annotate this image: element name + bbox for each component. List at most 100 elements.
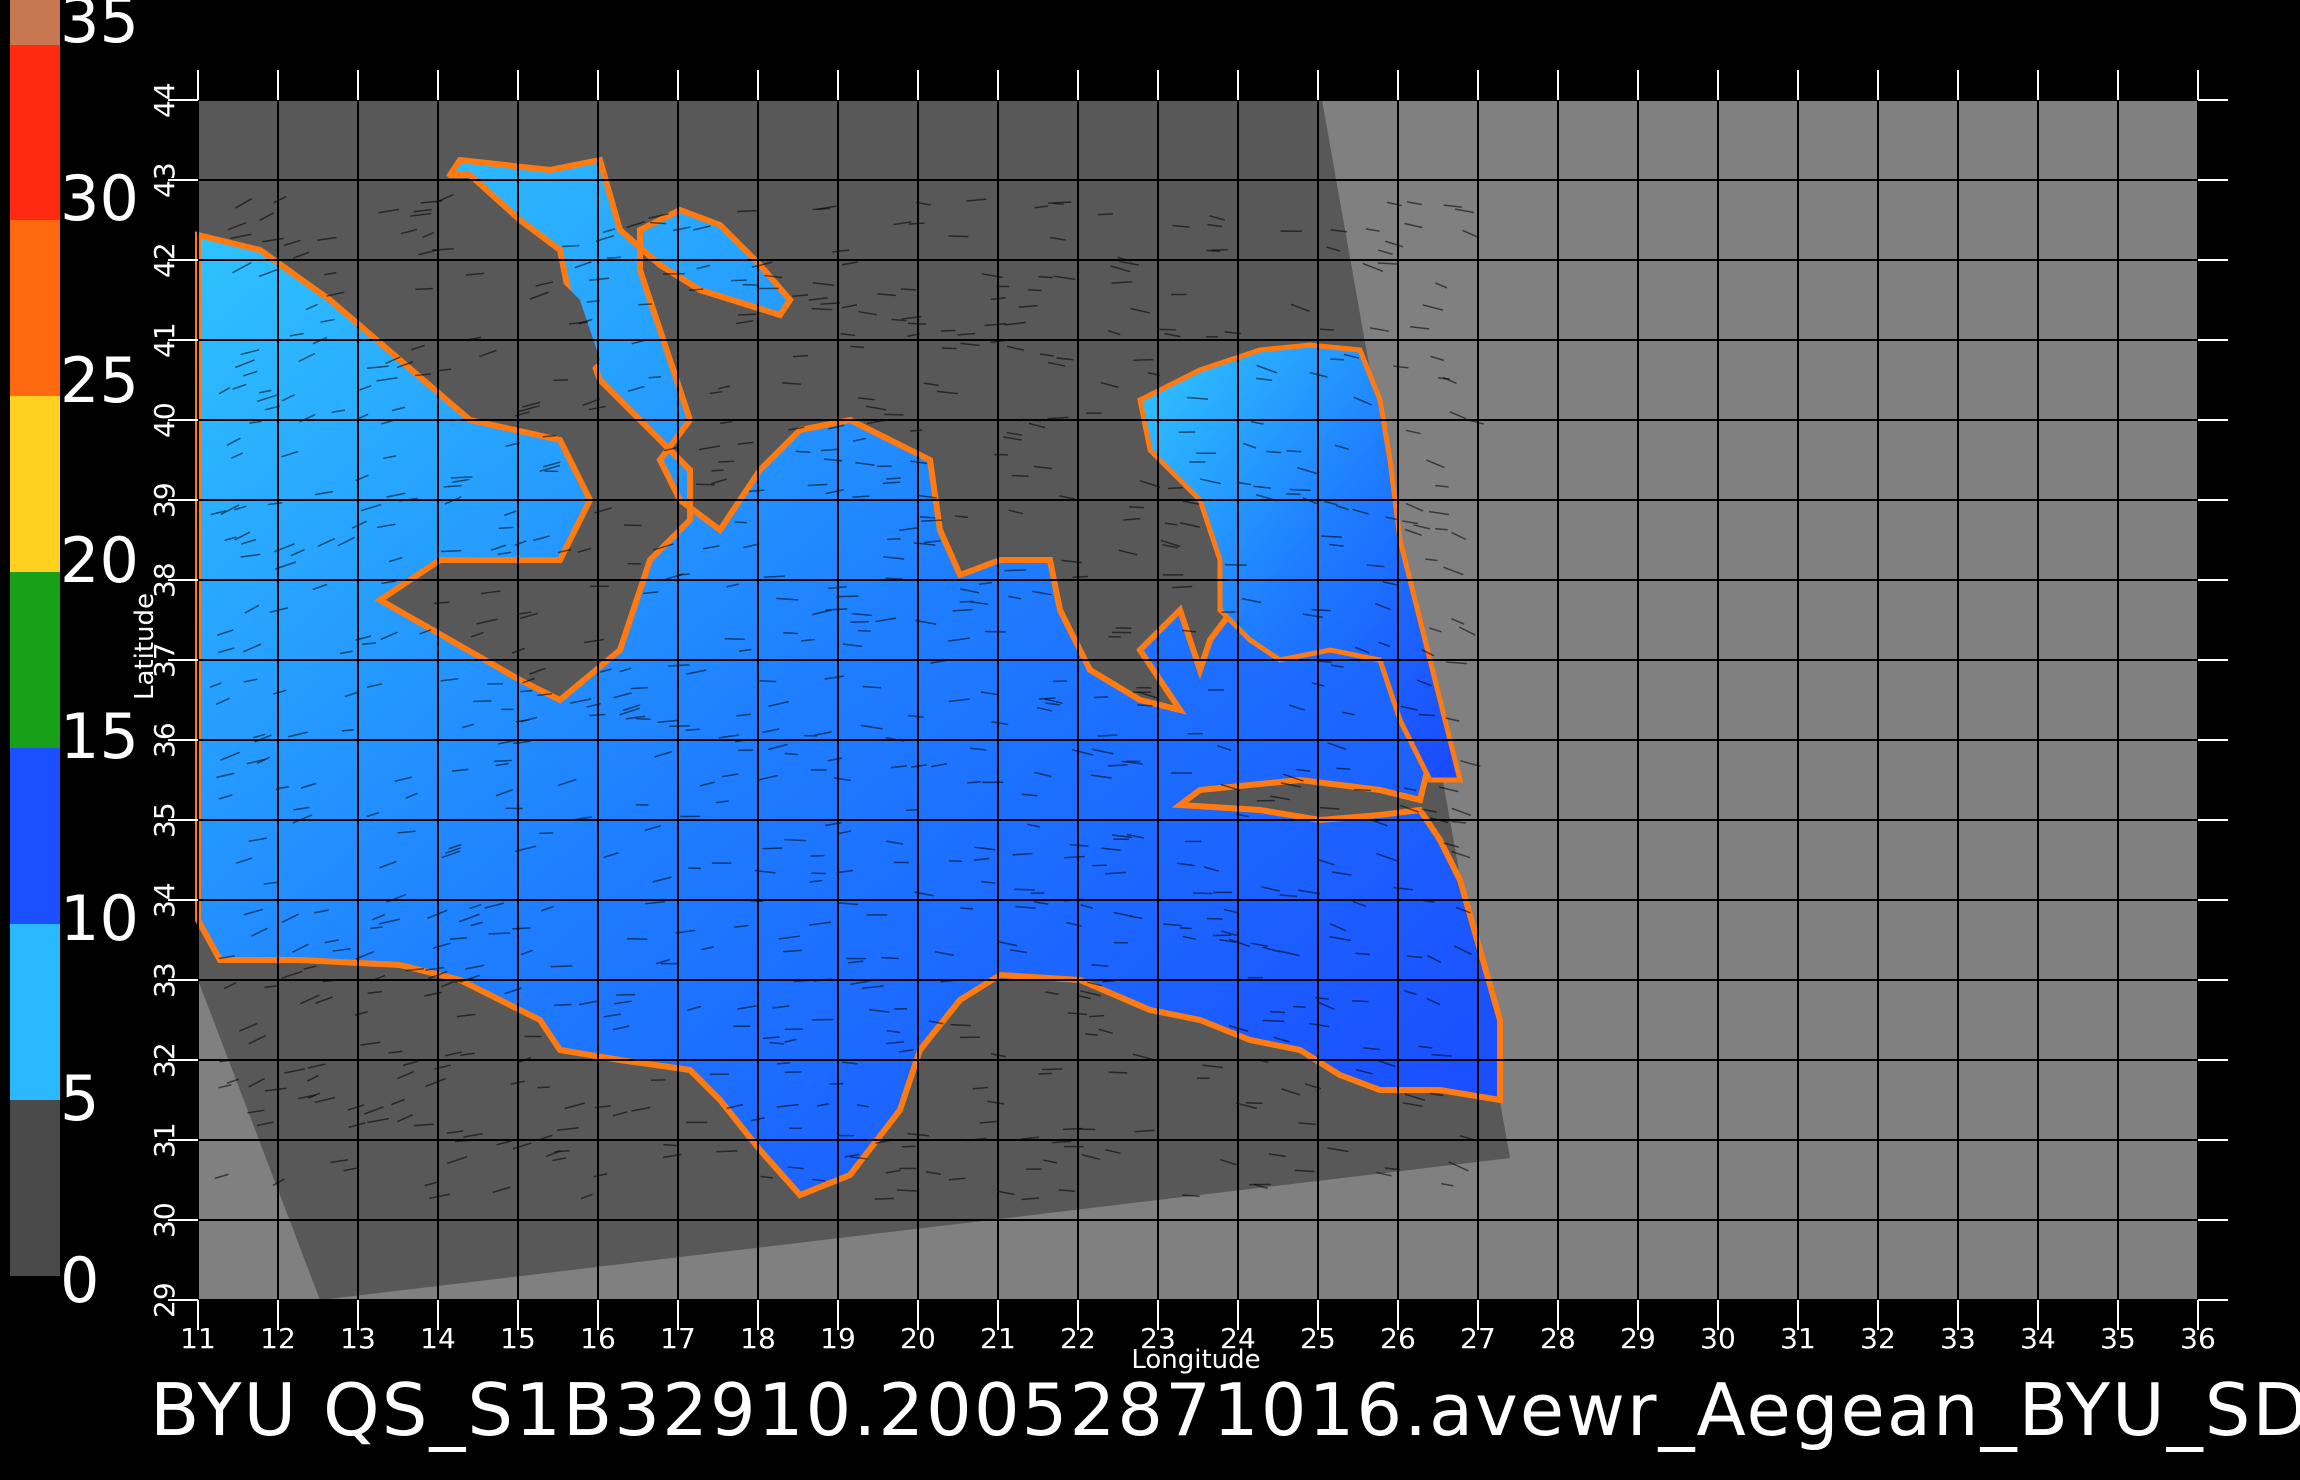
wind-vector: [685, 728, 700, 731]
wind-vector: [1269, 1010, 1286, 1014]
wind-vector: [1097, 213, 1113, 216]
wind-vector: [1128, 506, 1144, 509]
lat-tick-label: 40: [148, 402, 181, 438]
lat-tick-label: 43: [148, 162, 181, 198]
y-axis-label: Latitude: [130, 592, 160, 700]
wind-vector: [1212, 934, 1232, 937]
wind-vector: [783, 631, 798, 635]
wind-vector: [1027, 289, 1042, 292]
wind-vector: [1354, 788, 1372, 792]
wind-vector: [1377, 262, 1398, 265]
wind-vector: [793, 354, 809, 358]
wind-vector: [1089, 1014, 1105, 1018]
colorbar-label: 15: [60, 700, 139, 773]
wind-vector: [1311, 608, 1331, 612]
wind-vector: [630, 686, 648, 690]
wind-vector: [900, 288, 917, 291]
wind-vector: [850, 345, 865, 349]
lon-tick-label: 13: [340, 1322, 376, 1355]
wind-vector: [1108, 1071, 1128, 1074]
wind-vector: [959, 600, 974, 603]
wind-vector: [1011, 474, 1029, 477]
lat-tick-label: 39: [148, 482, 181, 518]
colorbar-label: 10: [60, 882, 139, 955]
wind-vector: [1041, 1068, 1063, 1071]
wind-vector: [520, 689, 533, 693]
map-figure: 35 30 25 20 15 10 5 0 11 12 13 14 15 16 17 18 19…: [0, 0, 2300, 1480]
wind-vector: [512, 927, 531, 930]
colorbar-label: 5: [60, 1062, 100, 1135]
wind-vector: [1336, 767, 1351, 770]
wind-vector: [562, 244, 580, 248]
lat-tick-label: 29: [148, 1282, 181, 1318]
wind-vector: [886, 477, 901, 480]
wind-vector: [488, 932, 510, 935]
wind-vector: [731, 279, 747, 282]
lon-tick-label: 30: [1700, 1322, 1736, 1355]
lon-tick-label: 31: [1780, 1322, 1816, 1355]
lon-tick-label: 29: [1620, 1322, 1656, 1355]
wind-vector: [1224, 563, 1247, 566]
wind-vector: [738, 313, 757, 316]
lat-tick-label: 42: [148, 242, 181, 278]
wind-vector: [537, 1086, 550, 1089]
lon-tick-label: 22: [1060, 1322, 1096, 1355]
wind-vector: [1211, 248, 1228, 252]
wind-vector: [1172, 585, 1193, 589]
wind-vector: [606, 256, 621, 259]
colorbar-label: 20: [60, 524, 139, 597]
wind-vector: [554, 1003, 572, 1007]
wind-vector: [1137, 704, 1153, 707]
lat-tick-label: 31: [148, 1122, 181, 1158]
wind-vector: [1192, 892, 1213, 895]
wind-vector: [910, 429, 923, 432]
wind-vector: [960, 907, 973, 910]
wind-vector: [648, 375, 662, 379]
wind-vector: [734, 521, 747, 524]
wind-vector: [759, 680, 777, 683]
lat-tick-label: 30: [148, 1202, 181, 1238]
wind-vector: [795, 450, 811, 453]
wind-vector: [950, 1023, 971, 1027]
lat-tick-label: 32: [148, 1042, 181, 1078]
colorbar-label: 35: [60, 0, 139, 57]
wind-vector: [1330, 358, 1345, 361]
wind-vector: [1133, 358, 1154, 361]
wind-vector: [1245, 1102, 1263, 1105]
wind-vector: [1289, 488, 1311, 492]
wind-vector: [711, 469, 724, 472]
wind-vector: [1072, 575, 1088, 579]
wind-vector: [718, 460, 735, 463]
wind-vector: [638, 303, 653, 306]
wind-vector: [919, 516, 936, 519]
wind-vector: [1321, 535, 1342, 538]
wind-vector: [1004, 569, 1026, 572]
wind-vector: [908, 222, 925, 225]
wind-vector: [724, 637, 745, 641]
wind-vector: [1286, 450, 1302, 453]
lat-tick-label: 33: [148, 962, 181, 998]
lon-tick-label: 32: [1860, 1322, 1896, 1355]
wind-vector: [415, 287, 433, 291]
wind-vector: [762, 847, 783, 850]
wind-vector: [636, 717, 651, 721]
lon-tick-label: 16: [580, 1322, 616, 1355]
wind-vector: [1262, 1019, 1285, 1023]
wind-vector: [553, 379, 569, 382]
image-caption: BYU QS_S1B32910.20052871016.avewr_Aegean…: [150, 1368, 2300, 1452]
lon-tick-label: 19: [820, 1322, 856, 1355]
lon-tick-label: 11: [180, 1322, 216, 1355]
wind-vector: [810, 854, 825, 857]
lon-tick-label: 21: [980, 1322, 1016, 1355]
wind-vector: [1102, 979, 1115, 983]
wind-vector: [1039, 697, 1056, 700]
wind-vector: [825, 608, 848, 611]
wind-vector: [907, 322, 927, 325]
wind-vector: [1048, 202, 1064, 205]
lat-tick-label: 36: [148, 722, 181, 758]
lon-tick-label: 33: [1940, 1322, 1976, 1355]
wind-speed-map: [10, 0, 2228, 1330]
lon-tick-label: 27: [1460, 1322, 1496, 1355]
lon-tick-label: 36: [2180, 1322, 2216, 1355]
colorbar-label: 30: [60, 162, 139, 235]
